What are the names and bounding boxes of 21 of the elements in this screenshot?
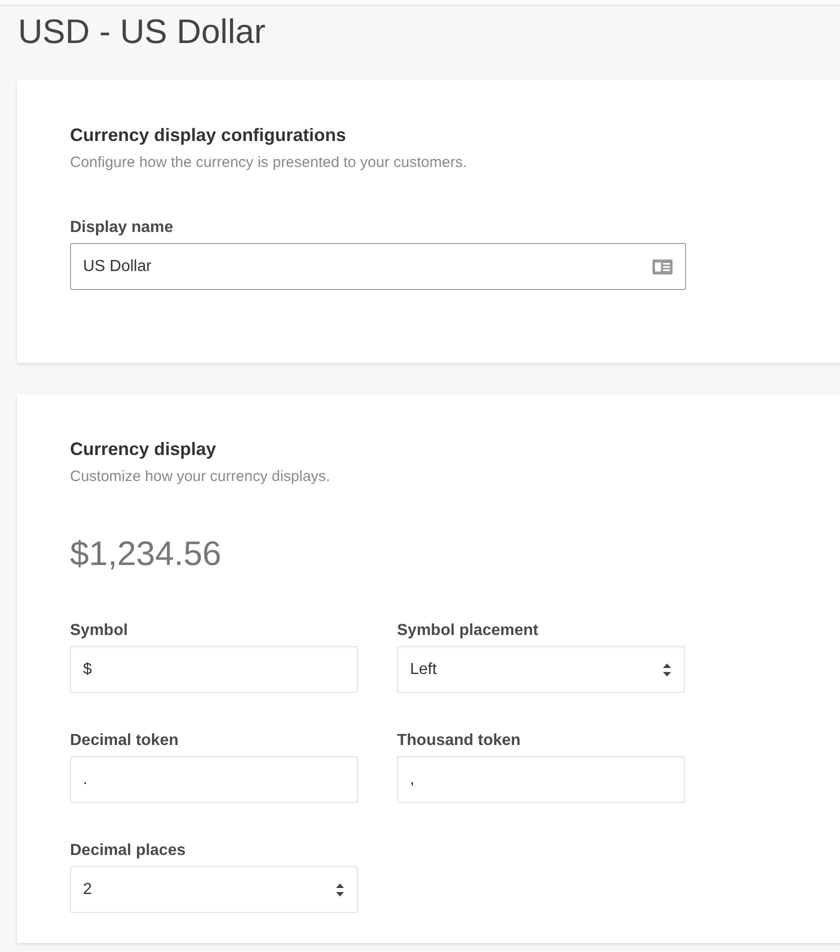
section-heading: Currency display configurations [70,124,348,147]
section-description: Customize how your currency displays. [70,467,332,487]
field-label: Display name [70,218,174,238]
field-label: Symbol [70,621,129,641]
field-label: Thousand token [397,731,522,751]
field-label: Symbol placement [397,621,540,641]
field-label: Decimal token [70,731,180,751]
up-down-caret-icon [335,882,345,898]
section-description: Configure how the currency is presented to your customers. [70,153,468,173]
page-title: USD - US Dollar [18,12,266,52]
dropdown[interactable]: Left [397,646,685,693]
text-field[interactable]: . [70,756,358,803]
text-field[interactable]: US Dollar [70,243,686,290]
id-card-icon [652,258,673,274]
text-field[interactable]: , [397,756,685,803]
up-down-caret-icon [662,662,672,678]
currency-preview: $1,234.56 [70,534,222,574]
number-field[interactable]: 2 [70,866,358,913]
field-label: Decimal places [70,841,187,861]
section-heading: Currency display [70,438,218,461]
text-field[interactable]: $ [70,646,358,693]
